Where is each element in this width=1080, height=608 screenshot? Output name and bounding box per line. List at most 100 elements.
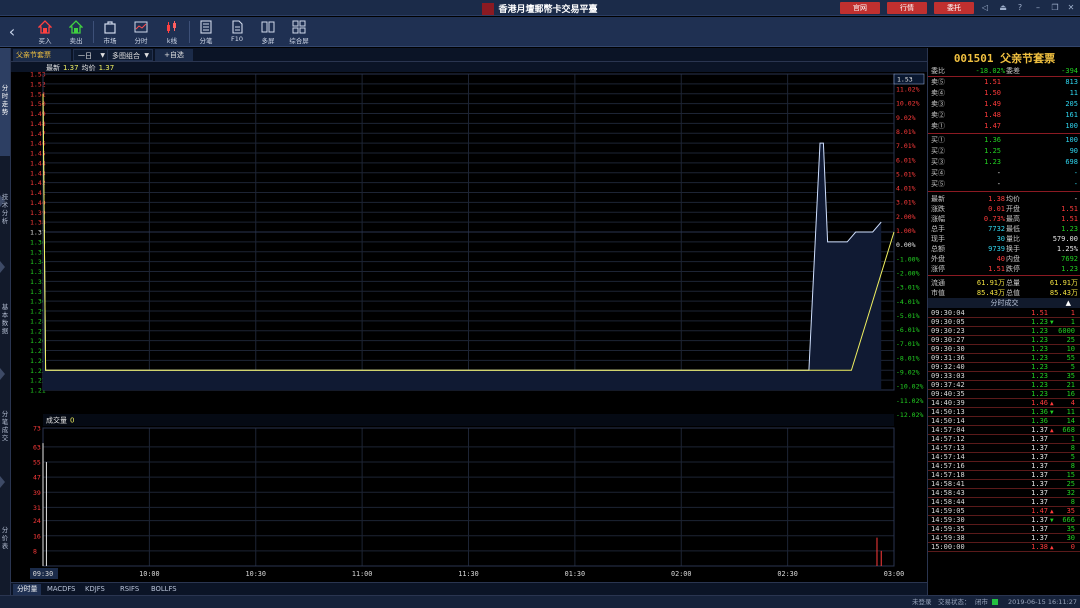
tab-rsifs[interactable]: RSIFS — [116, 584, 143, 595]
speaker-icon[interactable]: ◁ — [980, 3, 990, 13]
ask-row[interactable]: 卖③ 1.49 205 — [928, 99, 1080, 109]
bid-price: 1.25 — [984, 147, 1001, 155]
market-button[interactable]: 行情 — [887, 2, 927, 14]
stock-code-name: 001501 父亲节套票 — [953, 52, 1056, 65]
bid-row[interactable]: 买⑤ - - — [928, 179, 1080, 189]
timeshare-tool-button[interactable]: 分时 — [126, 19, 156, 45]
stat-row: 现手 30 量比 579.00 — [928, 234, 1080, 244]
multiscreen-tool-button[interactable]: 多屏 — [253, 19, 283, 45]
combo-select[interactable]: 多图组合 ▼ — [107, 49, 153, 61]
sell-button[interactable]: 卖出 — [61, 19, 91, 45]
toolbar-divider — [189, 21, 190, 43]
grid-screen-icon — [292, 20, 306, 34]
ask-price: 1.49 — [984, 100, 1001, 108]
stat-row: 最新 1.38 均价 - — [928, 194, 1080, 204]
percent-axis-label: -6.01% — [896, 326, 920, 334]
ask-volume: 11 — [1069, 89, 1078, 97]
ask-row[interactable]: 卖④ 1.50 11 — [928, 88, 1080, 98]
collapse-up-icon[interactable]: ▲ — [1066, 298, 1071, 308]
tick-row: 14:58:44 1.37 8 — [928, 498, 1080, 507]
stat-label: 最高 — [1006, 215, 1020, 223]
tab-kdjfs[interactable]: KDJFS — [81, 584, 109, 595]
stat-label: 总手 — [931, 225, 945, 233]
eject-icon[interactable]: ⏏ — [998, 3, 1008, 13]
minimize-icon[interactable]: – — [1033, 3, 1043, 13]
status-bar: 未登录 交易状态： 闭市 2019-06-15 16:11:27 — [0, 595, 1080, 608]
bid-price: - — [996, 169, 1001, 177]
nav-tick-trades[interactable]: 分笔成交 — [0, 410, 10, 450]
composite-screen-tool-button[interactable]: 综合屏 — [284, 19, 314, 45]
buy-button[interactable]: 买入 — [30, 19, 60, 45]
toolbar-divider — [93, 21, 94, 43]
nav-timeshare-trend[interactable]: 分时走势 — [0, 48, 10, 156]
restore-icon[interactable]: ❐ — [1050, 3, 1060, 13]
entrust-button[interactable]: 委托 — [934, 2, 974, 14]
tab-volume[interactable]: 分时量 — [13, 584, 42, 595]
stat-label: 跌停 — [1006, 265, 1020, 273]
volume-header-bar — [43, 414, 894, 426]
ask-row[interactable]: 卖② 1.48 161 — [928, 110, 1080, 120]
order-ratio-label: 委比 — [931, 67, 945, 75]
period-select[interactable]: 一日 ▼ — [73, 49, 109, 61]
tick-row: 09:32:40 1.23 5 — [928, 363, 1080, 372]
bid-label: 买② — [931, 147, 945, 155]
percent-axis-label: 0.00% — [896, 241, 916, 249]
ticks-title: 分时成交 — [990, 299, 1019, 307]
market-tool-button[interactable]: 市场 — [95, 19, 125, 45]
stock-tab[interactable]: 父亲节套票 — [13, 49, 71, 61]
brand-logo-icon — [482, 2, 495, 15]
ask-row[interactable]: 卖① 1.47 100 — [928, 121, 1080, 131]
stat-value: 579.00 — [1052, 235, 1078, 243]
f10-tool-button[interactable]: F10 — [222, 19, 252, 45]
nav-price-table[interactable]: 分价表 — [0, 526, 10, 566]
percent-axis-label: -7.01% — [896, 340, 920, 348]
percent-axis-label: 6.01% — [896, 156, 916, 164]
tick-row: 09:33:03 1.23 35 — [928, 372, 1080, 381]
tick-row: 14:59:05 1.47 ▲ 35 — [928, 507, 1080, 516]
tick-row: 14:57:14 1.37 5 — [928, 453, 1080, 462]
tab-bollfs[interactable]: BOLLFS — [147, 584, 181, 595]
volume-label: 成交量 — [46, 416, 67, 425]
bid-row[interactable]: 买② 1.25 90 — [928, 146, 1080, 156]
left-vertical-nav: 分时走势 技术分析 基本数据 分笔成交 分价表 — [0, 48, 11, 595]
tick-tool-button[interactable]: 分笔 — [191, 19, 221, 45]
capital-label: 总量 — [1006, 279, 1020, 287]
volume-axis-label: 16 — [33, 532, 41, 540]
stat-row: 总额 9739 换手 1.25% — [928, 244, 1080, 254]
close-icon[interactable]: ✕ — [1066, 3, 1076, 13]
official-site-button[interactable]: 官网 — [840, 2, 880, 14]
help-icon[interactable]: ? — [1015, 3, 1025, 13]
current-price-tag: 1.53 — [897, 76, 913, 84]
bid-volume: 100 — [1065, 136, 1078, 144]
bid-row[interactable]: 买① 1.36 100 — [928, 135, 1080, 145]
ask-price: 1.50 — [984, 89, 1001, 97]
latest-value: 1.37 — [63, 64, 79, 72]
volume-axis-label: 24 — [33, 517, 41, 525]
bid-row[interactable]: 买③ 1.23 698 — [928, 157, 1080, 167]
ask-row[interactable]: 卖⑤ 1.51 813 — [928, 77, 1080, 87]
kline-tool-button[interactable]: k线 — [157, 19, 187, 45]
time-axis-label: 02:30 — [777, 570, 797, 578]
stat-value: 0.73% — [983, 215, 1005, 223]
nav-arrow-icon — [0, 368, 5, 380]
add-watchlist-button[interactable]: +自选 — [155, 49, 193, 61]
stat-value: 1.51 — [988, 265, 1005, 273]
stat-value: 30 — [996, 235, 1005, 243]
tick-row: 14:57:12 1.37 1 — [928, 435, 1080, 444]
stat-value: 1.25% — [1056, 245, 1078, 253]
time-axis-label: 01:30 — [565, 570, 585, 578]
tick-row: 14:57:16 1.37 8 — [928, 462, 1080, 471]
nav-technical-analysis[interactable]: 技术分析 — [0, 193, 10, 233]
chart-info-bar — [11, 62, 927, 72]
tick-row: 09:30:27 1.23 25 — [928, 336, 1080, 345]
tick-row: 14:58:41 1.37 25 — [928, 480, 1080, 489]
capital-value: 85.43万 — [1049, 289, 1078, 297]
buy-icon — [38, 20, 52, 34]
order-diff-value: -394 — [1061, 67, 1078, 75]
tab-macdfs[interactable]: MACDFS — [43, 584, 79, 595]
back-button[interactable]: ‹ — [4, 21, 20, 43]
bid-row[interactable]: 买④ - - — [928, 168, 1080, 178]
bid-volume: 90 — [1069, 147, 1078, 155]
bid-volume: - — [1073, 180, 1078, 188]
nav-fundamental-data[interactable]: 基本数据 — [0, 303, 10, 343]
